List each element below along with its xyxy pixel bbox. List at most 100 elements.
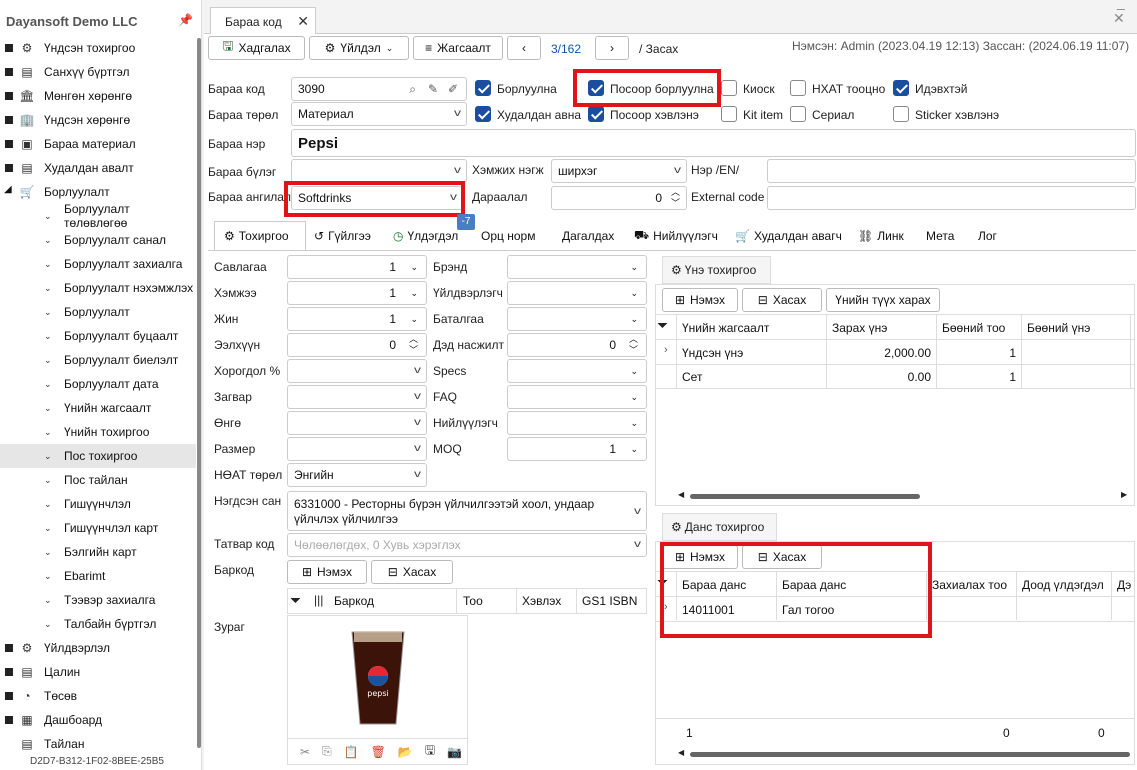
pencil-icon[interactable]: ✎ (428, 82, 438, 96)
checkbox-2[interactable] (721, 80, 737, 96)
price-add-button[interactable]: ⊞ Нэмэх (662, 288, 738, 312)
sidebar-item-2[interactable]: 🏛 Мөнгөн хөрөнгө (0, 84, 196, 108)
image-box[interactable]: pepsi ✂ ⎘ 📋 🗑 📂 🖫 📷 (287, 615, 468, 765)
tab-2[interactable]: ◷ Үлдэгдэл (393, 223, 458, 249)
setting-field-r-3[interactable]: 0 ︿ ﹀ (507, 333, 647, 357)
sidebar-subitem-8[interactable]: ⌄ Үнийн жагсаалт (0, 396, 196, 420)
setting-field-5[interactable]: v (287, 385, 427, 409)
sidebar-item-bottom-1[interactable]: ▤ Цалин (0, 660, 196, 684)
sidebar-subitem-16[interactable]: ⌄ Тээвэр захиалга (0, 588, 196, 612)
tab-1[interactable]: ↺ Гүйлгээ (314, 223, 371, 249)
name-field[interactable]: Pepsi (291, 129, 1136, 157)
unit-select[interactable]: ширхэг v (551, 159, 687, 183)
setting-field-0[interactable]: 1 ⌄ (287, 255, 427, 279)
expand-icon[interactable] (5, 140, 13, 148)
checkbox-9[interactable] (893, 106, 909, 122)
type-select[interactable]: Материал v (291, 102, 467, 126)
filter-icon[interactable]: ⏷ (290, 592, 301, 609)
setting-field-3[interactable]: 0 ︿ ﹀ (287, 333, 427, 357)
expand-icon[interactable] (5, 116, 13, 124)
account-hscroll[interactable] (690, 752, 1130, 757)
delete-icon[interactable]: 🗑 (371, 745, 386, 759)
sidebar-item-bottom-3[interactable]: ▦ Дашбоард (0, 708, 196, 732)
price-settings-tab[interactable]: ⚙ Үнэ тохиргоо (662, 256, 771, 284)
barcode-add-button[interactable]: ⊞ Нэмэх (287, 560, 367, 584)
sidebar-item-1[interactable]: ▤ Санхүү бүртгэл (0, 60, 196, 84)
price-col-2[interactable]: Бөөний тоо (942, 321, 1005, 335)
tab-9[interactable]: Лог (978, 223, 997, 249)
setting-field-r-5[interactable]: ⌄ (507, 385, 647, 409)
col-print[interactable]: Хэвлэх (522, 594, 561, 608)
setting-field-r-7[interactable]: 1 ⌄ (507, 437, 647, 461)
setting-field-2[interactable]: 1 ⌄ (287, 307, 427, 331)
expand-icon[interactable] (5, 92, 13, 100)
sidebar-subitem-4[interactable]: ⌄ Борлуулалт (0, 300, 196, 324)
price-col-3[interactable]: Бөөний үнэ (1027, 321, 1090, 335)
name-en-field[interactable] (767, 159, 1136, 183)
chevron-down-icon[interactable]: ⌄ (410, 262, 418, 273)
account-col-4[interactable]: Дэ (1117, 578, 1131, 592)
close-icon[interactable]: ✕ (1113, 10, 1125, 27)
stepper-icon[interactable]: ︿ ﹀ (629, 334, 638, 356)
sidebar-subitem-13[interactable]: ⌄ Гишүүнчлэл карт (0, 516, 196, 540)
row-expand-icon[interactable]: › (664, 344, 668, 356)
account-col-3[interactable]: Доод үлдэгдэл (1022, 578, 1104, 592)
setting-field-4[interactable]: v (287, 359, 427, 383)
expand-icon[interactable] (5, 164, 13, 172)
scroll-left-icon[interactable]: ◀ (678, 748, 684, 757)
edit-icon[interactable]: ✐ (448, 82, 458, 96)
price-col-0[interactable]: Үнийн жагсаалт (682, 321, 769, 335)
setting-field-6[interactable]: v (287, 411, 427, 435)
cut-icon[interactable]: ✂ (300, 745, 310, 759)
account-col-2[interactable]: Захиалах тоо (932, 578, 1007, 592)
sidebar-subitem-9[interactable]: ⌄ Үнийн тохиргоо (0, 420, 196, 444)
chevron-down-icon[interactable]: ⌄ (410, 314, 418, 325)
sidebar-subitem-15[interactable]: ⌄ Ebarimt (0, 564, 196, 588)
expand-icon[interactable] (5, 644, 13, 652)
setting-field-r-6[interactable]: ⌄ (507, 411, 647, 435)
tab-6[interactable]: 🛒 Худалдан авагч (735, 223, 842, 249)
account-settings-tab[interactable]: ⚙ Данс тохиргоо (662, 513, 777, 541)
checkbox-8[interactable] (790, 106, 806, 122)
price-remove-button[interactable]: ⊟ Хасах (742, 288, 822, 312)
sidebar-item-bottom-4[interactable]: ▤ Тайлан (0, 732, 196, 756)
sidebar-subitem-2[interactable]: ⌄ Борлуулалт захиалга (0, 252, 196, 276)
setting-field-r-2[interactable]: ⌄ (507, 307, 647, 331)
checkbox-4[interactable] (893, 80, 909, 96)
sidebar-subitem-7[interactable]: ⌄ Борлуулалт дата (0, 372, 196, 396)
setting-field-r-4[interactable]: ⌄ (507, 359, 647, 383)
tab-3[interactable]: Орц норм (481, 223, 535, 249)
minimize-icon[interactable]: _ (1117, 0, 1125, 10)
sidebar-scrollbar[interactable] (197, 38, 201, 748)
checkbox-0[interactable] (475, 80, 491, 96)
order-stepper[interactable]: 0 ︿ ﹀ (551, 186, 687, 210)
scroll-right-icon[interactable]: ▶ (1121, 490, 1127, 499)
pin-icon[interactable]: 📌 (178, 13, 193, 27)
price-cell[interactable]: 0.00 (826, 370, 931, 384)
sidebar-item-0[interactable]: ⚙ Үндсэн тохиргоо (0, 36, 196, 60)
search-icon[interactable]: ⌕ (409, 82, 416, 97)
price-history-button[interactable]: Үнийн түүх харах (826, 288, 940, 312)
tab-4[interactable]: Дагалдах (562, 223, 614, 249)
tab-0[interactable]: ⚙ Тохиргоо (224, 223, 289, 249)
sidebar-item-bottom-0[interactable]: ⚙ Үйлдвэрлэл (0, 636, 196, 660)
tax-code-select[interactable]: Чөлөөлөгдөх, 0 Хувь хэрэглэх v (287, 533, 647, 557)
filter-icon[interactable]: ⏷ (657, 317, 668, 334)
code-field[interactable]: 3090 ⌕ ✎ ✐ (291, 77, 467, 101)
close-icon[interactable]: ✕ (297, 13, 309, 30)
sidebar-item-5[interactable]: ▤ Худалдан авалт (0, 156, 196, 180)
list-button[interactable]: ≡ Жагсаалт (413, 36, 503, 60)
sidebar-subitem-3[interactable]: ⌄ Борлуулалт нэхэмжлэх (0, 276, 196, 300)
collapse-icon[interactable]: ◢ (4, 184, 14, 196)
setting-field-7[interactable]: v (287, 437, 427, 461)
checkbox-7[interactable] (721, 106, 737, 122)
tax-group-select[interactable]: 6331000 - Ресторны бүрэн үйлчилгээтэй хо… (287, 491, 647, 531)
sidebar-item-4[interactable]: ▣ Бараа материал (0, 132, 196, 156)
sidebar-item-bottom-2[interactable]: ◔ Төсөв (0, 684, 196, 708)
checkbox-3[interactable] (790, 80, 806, 96)
sidebar-subitem-10[interactable]: ⌄ Пос тохиргоо (0, 444, 196, 468)
tab-8[interactable]: Мета (926, 223, 954, 249)
stepper-icon[interactable]: ︿ ﹀ (409, 334, 418, 356)
sidebar-subitem-11[interactable]: ⌄ Пос тайлан (0, 468, 196, 492)
expand-icon[interactable] (5, 68, 13, 76)
